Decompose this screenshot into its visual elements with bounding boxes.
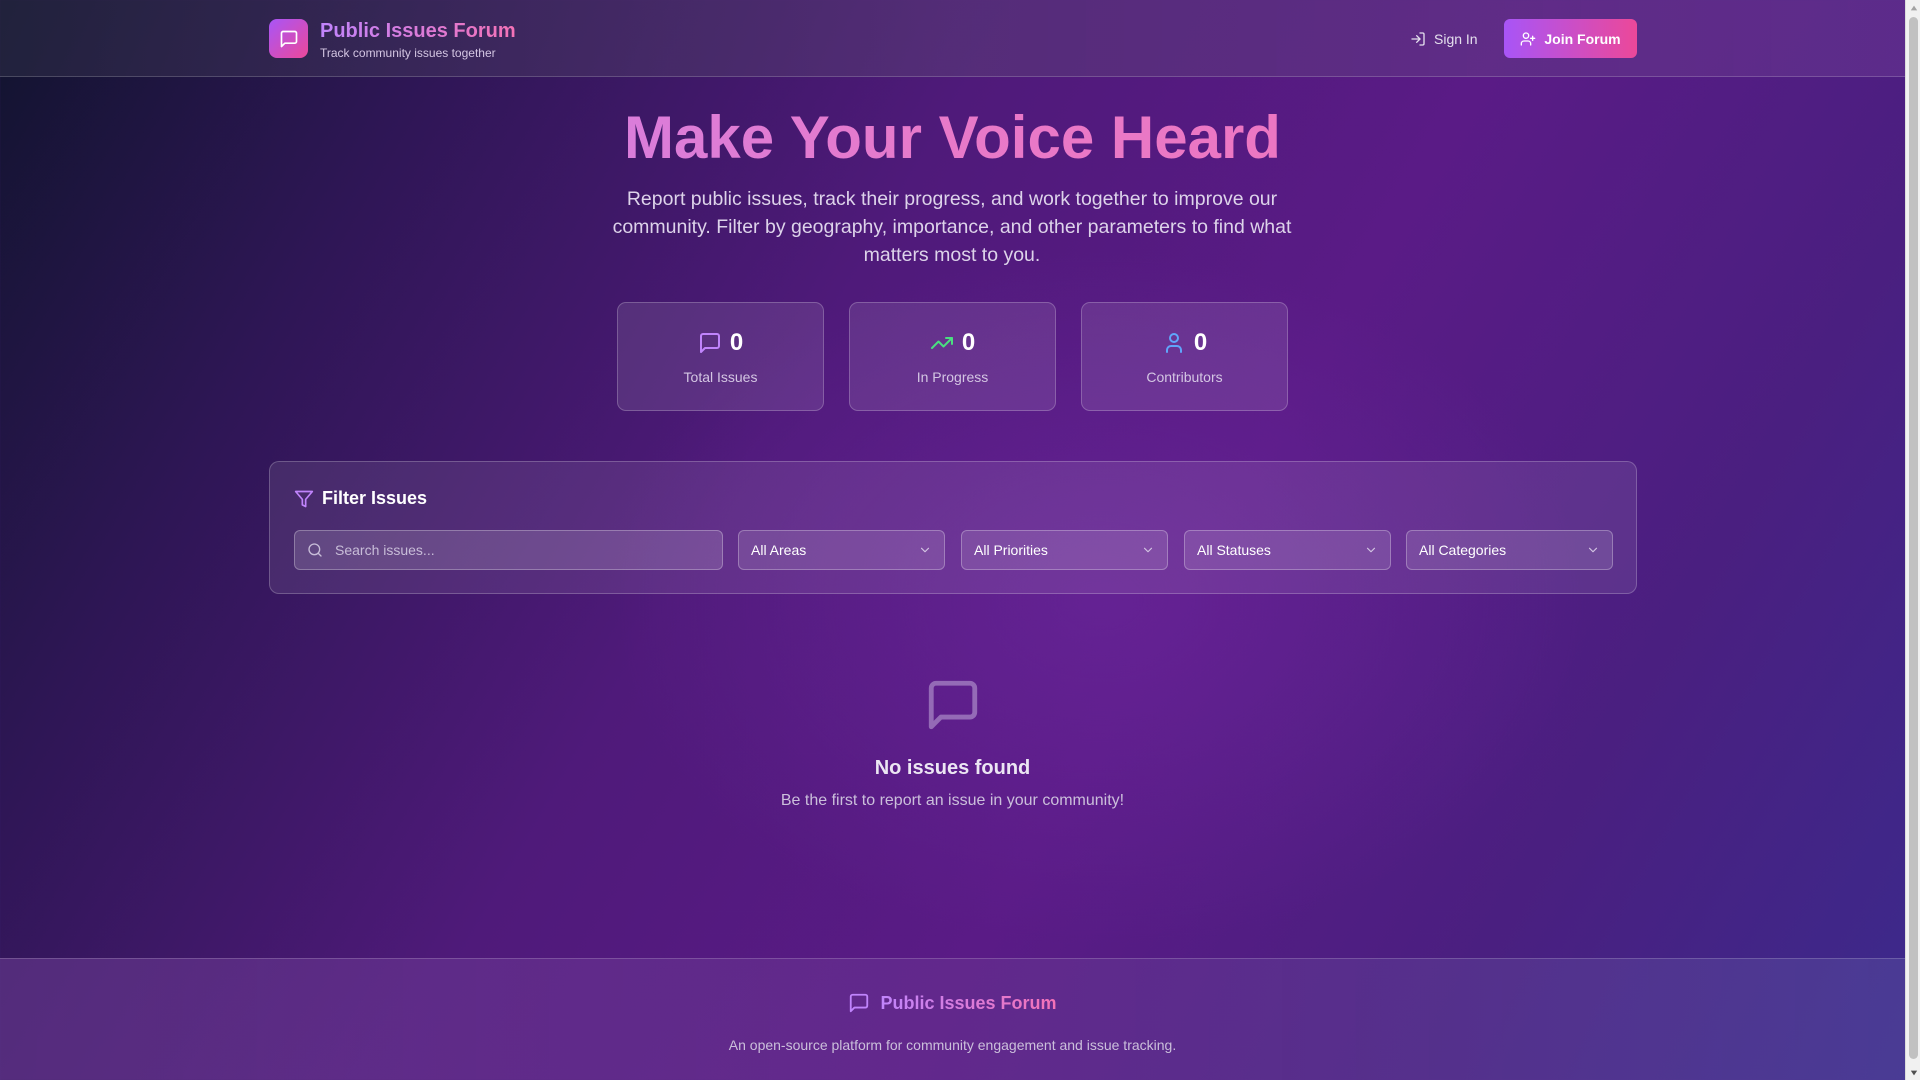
search-field[interactable] <box>294 530 723 570</box>
empty-state-title: No issues found <box>874 757 1031 779</box>
scrollbar-thumb[interactable] <box>1909 17 1918 1059</box>
footer-brand-title: Public Issues Forum <box>880 992 1057 1013</box>
stat-value: 0 <box>1193 329 1208 356</box>
trending-up-icon <box>930 337 953 349</box>
user-plus-icon <box>1521 31 1536 46</box>
stat-value: 0 <box>961 329 976 356</box>
area-select-value: All Areas <box>751 542 807 558</box>
priority-select[interactable]: All Priorities <box>961 530 1168 570</box>
filter-panel: Filter Issues All Areas All Priorities A… <box>269 461 1637 594</box>
sign-in-label: Sign In <box>1434 30 1478 47</box>
vertical-scrollbar[interactable] <box>1905 0 1920 1080</box>
priority-select-value: All Priorities <box>974 542 1048 558</box>
empty-state-subtitle: Be the first to report an issue in your … <box>780 792 1125 809</box>
stat-card-contributors: 0 Contributors <box>1081 302 1288 411</box>
message-square-icon <box>280 30 297 47</box>
chevron-down-icon <box>1588 547 1598 553</box>
stat-label: In Progress <box>916 369 989 385</box>
footer: Public Issues Forum An open-source platf… <box>0 958 1905 1080</box>
status-select-value: All Statuses <box>1197 542 1271 558</box>
sign-in-button[interactable]: Sign In <box>1396 19 1492 58</box>
stat-label: Total Issues <box>683 369 758 385</box>
stat-label: Contributors <box>1146 369 1223 385</box>
search-icon <box>307 542 323 558</box>
status-select[interactable]: All Statuses <box>1184 530 1391 570</box>
stat-card-in-progress: 0 In Progress <box>849 302 1056 411</box>
hero-description: Report public issues, track their progre… <box>612 188 1292 266</box>
log-in-icon <box>1411 31 1425 46</box>
area-select[interactable]: All Areas <box>738 530 945 570</box>
hero-title: Make Your Voice Heard <box>0 103 1905 172</box>
search-input[interactable] <box>333 541 722 559</box>
category-select[interactable]: All Categories <box>1406 530 1613 570</box>
scroll-down-arrow-icon[interactable] <box>1906 1065 1920 1080</box>
join-forum-label: Join Forum <box>1544 30 1621 47</box>
message-square-icon <box>699 333 720 353</box>
user-icon <box>1165 333 1182 353</box>
brand-subtitle: Track community issues together <box>320 46 496 60</box>
category-select-value: All Categories <box>1419 542 1507 558</box>
top-nav-bar: Public Issues Forum Track community issu… <box>0 0 1905 77</box>
footer-description: An open-source platform for community en… <box>728 1037 1177 1053</box>
join-forum-button[interactable]: Join Forum <box>1504 19 1637 58</box>
stat-value: 0 <box>729 329 744 356</box>
filter-heading-label: Filter Issues <box>322 488 428 508</box>
filter-heading: Filter Issues <box>294 488 427 509</box>
footer-brand: Public Issues Forum <box>0 992 1905 1014</box>
page: Public Issues Forum Track community issu… <box>0 0 1905 1080</box>
scroll-up-arrow-icon[interactable] <box>1906 0 1920 15</box>
chevron-down-icon <box>1366 547 1376 553</box>
stat-card-total-issues: 0 Total Issues <box>617 302 824 411</box>
brand-title[interactable]: Public Issues Forum <box>320 20 516 43</box>
message-square-icon <box>928 680 978 730</box>
brand-logo[interactable] <box>269 19 308 58</box>
chevron-down-icon <box>1143 547 1153 553</box>
message-square-icon <box>850 993 869 1013</box>
chevron-down-icon <box>920 547 930 553</box>
filter-icon <box>294 490 314 507</box>
